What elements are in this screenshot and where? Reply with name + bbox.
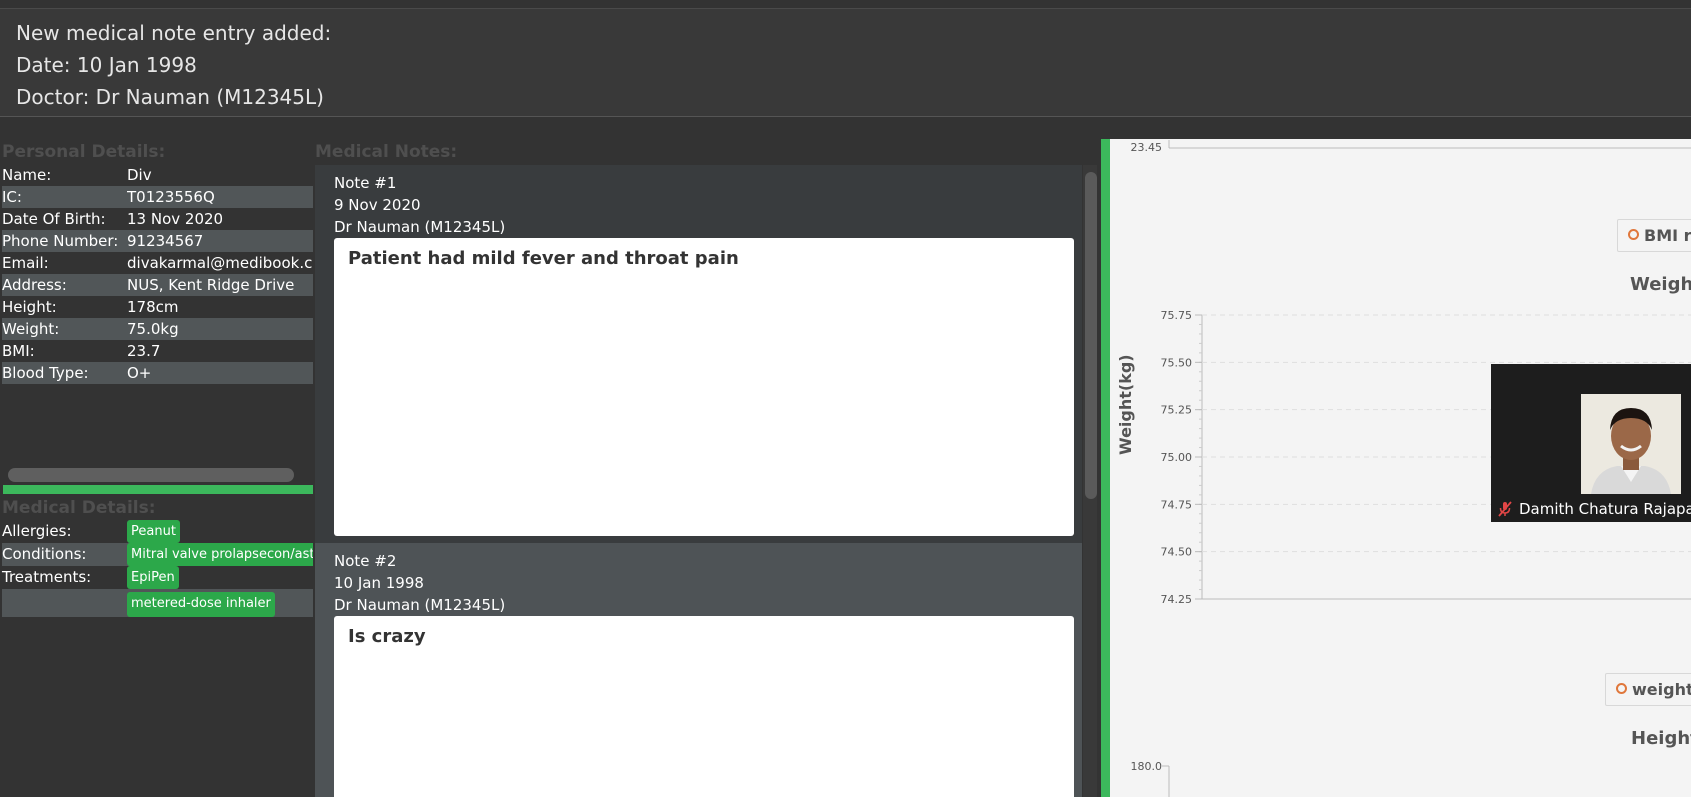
- weight-y-tick-label: 75.50: [1161, 356, 1193, 369]
- legend-marker-icon: [1616, 683, 1627, 694]
- empty-key: [2, 592, 127, 617]
- notes-scrollbar-thumb[interactable]: [1085, 172, 1097, 499]
- detail-key: Date Of Birth:: [2, 210, 106, 228]
- bmi-legend: BMI re: [1617, 219, 1691, 252]
- weight-y-tick-label: 75.00: [1161, 451, 1193, 464]
- video-call-tile[interactable]: Damith Chatura Rajapakse: [1491, 364, 1691, 522]
- medical-notes-list[interactable]: Note #1 9 Nov 2020 Dr Nauman (M12345L) P…: [315, 165, 1082, 797]
- note-number: Note #2: [334, 552, 397, 570]
- weight-y-tick-label: 74.50: [1161, 546, 1193, 559]
- weight-legend-label: weight: [1632, 680, 1691, 699]
- weight-y-tick-label: 75.75: [1161, 309, 1193, 322]
- personal-details-table: Name: Div IC: T0123556Q Date Of Birth: 13 N…: [2, 164, 313, 384]
- height-axis-tick-label: 180.0: [1131, 760, 1163, 773]
- detail-row-phone: Phone Number: 91234567: [2, 230, 313, 252]
- detail-value: 75.0kg: [127, 320, 179, 338]
- treatment-tag: metered-dose inhaler: [127, 592, 275, 617]
- app-window: New medical note entry added: Date: 10 J…: [0, 0, 1691, 797]
- note-doctor: Dr Nauman (M12345L): [334, 596, 506, 614]
- condition-tag: Mitral valve prolapsecon/asth: [127, 543, 313, 566]
- participant-name-label: Damith Chatura Rajapakse: [1519, 500, 1691, 518]
- detail-value: NUS, Kent Ridge Drive: [127, 276, 295, 294]
- detail-value: T0123556Q: [127, 188, 215, 206]
- detail-value: 178cm: [127, 298, 179, 316]
- detail-row-height: Height: 178cm: [2, 296, 313, 318]
- legend-marker-icon: [1628, 229, 1639, 240]
- allergies-row: Allergies: Peanut: [2, 520, 313, 543]
- detail-value: Div: [127, 166, 152, 184]
- result-line: Doctor: Dr Nauman (M12345L): [16, 85, 324, 109]
- detail-key: Weight:: [2, 320, 60, 338]
- bmi-legend-label: BMI re: [1644, 226, 1691, 245]
- detail-value: 13 Nov 2020: [127, 210, 224, 228]
- weight-chart-title: Weight: [1630, 274, 1691, 295]
- detail-row-ic: IC: T0123556Q: [2, 186, 313, 208]
- personal-details-title: Personal Details:: [2, 142, 166, 162]
- result-display: New medical note entry added: Date: 10 J…: [0, 8, 1691, 117]
- note-content[interactable]: Patient had mild fever and throat pain: [334, 238, 1074, 536]
- note-date: 9 Nov 2020: [334, 196, 421, 214]
- note-number: Note #1: [334, 174, 397, 192]
- detail-row-address: Address: NUS, Kent Ridge Drive: [2, 274, 313, 296]
- weight-y-tick-label: 75.25: [1161, 404, 1193, 417]
- detail-row-dob: Date Of Birth: 13 Nov 2020: [2, 208, 313, 230]
- detail-row-email: Email: divakarmal@medibook.co: [2, 252, 313, 274]
- detail-key: Address:: [2, 276, 67, 294]
- note-card[interactable]: Note #2 10 Jan 1998 Dr Nauman (M12345L) …: [315, 543, 1082, 797]
- detail-key: Name:: [2, 166, 52, 184]
- weight-y-axis-label: Weight(kg): [1116, 354, 1135, 455]
- detail-row-bmi: BMI: 23.7: [2, 340, 313, 362]
- participant-name: Damith Chatura Rajapakse: [1491, 496, 1691, 522]
- note-date: 10 Jan 1998: [334, 574, 424, 592]
- height-chart-title: Height: [1631, 728, 1691, 749]
- result-line: New medical note entry added:: [16, 21, 332, 45]
- treatments-row: Treatments: EpiPen: [2, 566, 313, 589]
- note-content[interactable]: Is crazy: [334, 616, 1074, 797]
- note-header: Note #2 10 Jan 1998 Dr Nauman (M12345L): [315, 543, 1082, 616]
- detail-value: divakarmal@medibook.co: [127, 254, 313, 272]
- detail-value: 23.7: [127, 342, 161, 360]
- detail-key: Phone Number:: [2, 232, 119, 250]
- chart-accent-bar: [1101, 139, 1110, 797]
- personal-details-scrollbar[interactable]: [8, 468, 294, 482]
- medical-details-title: Medical Details:: [2, 498, 156, 518]
- treatments-label: Treatments:: [2, 568, 92, 586]
- note-card[interactable]: Note #1 9 Nov 2020 Dr Nauman (M12345L) P…: [315, 165, 1082, 543]
- weight-y-tick-label: 74.75: [1161, 498, 1193, 511]
- conditions-row: Conditions: Mitral valve prolapsecon/ast…: [2, 543, 313, 566]
- note-doctor: Dr Nauman (M12345L): [334, 218, 506, 236]
- detail-key: Height:: [2, 298, 57, 316]
- detail-value: 91234567: [127, 232, 204, 250]
- allergy-tag: Peanut: [127, 520, 180, 543]
- treatments-row-extra: metered-dose inhaler: [2, 589, 313, 617]
- detail-value: O+: [127, 364, 152, 382]
- detail-key: Blood Type:: [2, 364, 89, 382]
- detail-row-blood-type: Blood Type: O+: [2, 362, 313, 384]
- detail-key: Email:: [2, 254, 49, 272]
- weight-legend: weight: [1605, 673, 1691, 706]
- note-header: Note #1 9 Nov 2020 Dr Nauman (M12345L): [315, 165, 1082, 238]
- detail-key: IC:: [2, 188, 22, 206]
- detail-key: BMI:: [2, 342, 35, 360]
- weight-y-tick-label: 74.25: [1161, 593, 1193, 606]
- detail-row-name: Name: Div: [2, 164, 313, 186]
- result-line: Date: 10 Jan 1998: [16, 53, 197, 77]
- participant-photo: [1581, 394, 1681, 494]
- detail-row-weight: Weight: 75.0kg: [2, 318, 313, 340]
- bmi-axis-tick-label: 23.45: [1131, 141, 1163, 154]
- microphone-muted-icon: [1498, 501, 1512, 517]
- medical-details-table: Allergies: Peanut Conditions: Mitral val…: [2, 520, 313, 617]
- treatment-tag: EpiPen: [127, 566, 179, 589]
- allergies-label: Allergies:: [2, 522, 72, 540]
- medical-notes-title: Medical Notes:: [315, 142, 458, 162]
- panel-divider[interactable]: [3, 485, 313, 494]
- avatar-icon: [1581, 394, 1681, 494]
- conditions-label: Conditions:: [2, 545, 87, 563]
